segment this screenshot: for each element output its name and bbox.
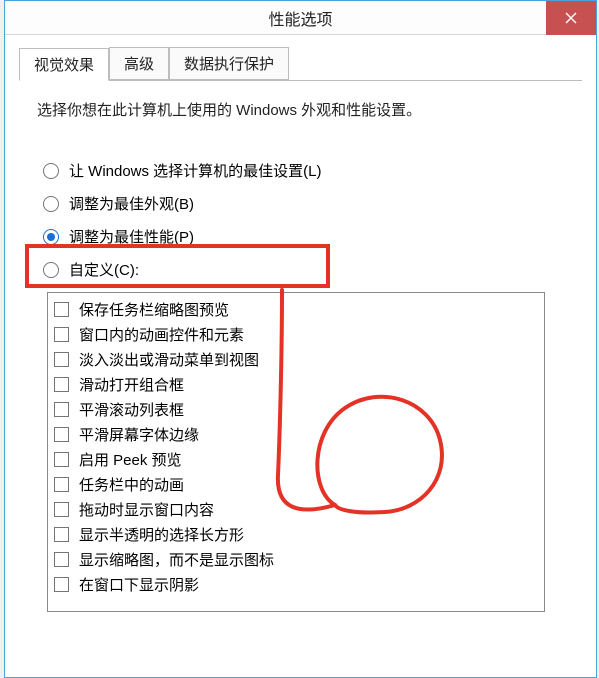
checkbox-icon (54, 302, 69, 317)
checkbox-icon (54, 502, 69, 517)
checkbox-icon (54, 427, 69, 442)
client-area: 视觉效果 高级 数据执行保护 选择你想在此计算机上使用的 Windows 外观和… (5, 35, 596, 677)
check-taskbar-animations[interactable]: 任务栏中的动画 (54, 472, 538, 497)
close-button[interactable] (546, 1, 596, 35)
checkbox-label: 淡入淡出或滑动菜单到视图 (79, 349, 259, 370)
checkbox-label: 平滑滚动列表框 (79, 399, 184, 420)
radio-let-windows-choose[interactable]: 让 Windows 选择计算机的最佳设置(L) (43, 160, 564, 181)
check-fade-slide-menus[interactable]: 淡入淡出或滑动菜单到视图 (54, 347, 538, 372)
checkbox-label: 在窗口下显示阴影 (79, 574, 199, 595)
performance-options-window: 性能选项 视觉效果 高级 数据执行保护 选择你想在此计算机上使用的 Window… (4, 0, 597, 678)
tabpage-visual-effects: 选择你想在此计算机上使用的 Windows 外观和性能设置。 让 Windows… (19, 81, 582, 612)
checkbox-label: 窗口内的动画控件和元素 (79, 324, 244, 345)
checkbox-icon (54, 327, 69, 342)
checkbox-label: 拖动时显示窗口内容 (79, 499, 214, 520)
check-drag-window-contents[interactable]: 拖动时显示窗口内容 (54, 497, 538, 522)
tab-advanced[interactable]: 高级 (109, 47, 169, 80)
radio-group-preset: 让 Windows 选择计算机的最佳设置(L) 调整为最佳外观(B) 调整为最佳… (43, 160, 564, 280)
checkbox-icon (54, 552, 69, 567)
check-enable-peek[interactable]: 启用 Peek 预览 (54, 447, 538, 472)
checkbox-icon (54, 577, 69, 592)
radio-best-appearance[interactable]: 调整为最佳外观(B) (43, 193, 564, 214)
check-window-shadows[interactable]: 在窗口下显示阴影 (54, 572, 538, 597)
checkbox-label: 显示半透明的选择长方形 (79, 524, 244, 545)
radio-custom[interactable]: 自定义(C): (43, 259, 564, 280)
radio-best-performance[interactable]: 调整为最佳性能(P) (43, 226, 564, 247)
radio-label: 让 Windows 选择计算机的最佳设置(L) (69, 160, 322, 181)
check-translucent-selection[interactable]: 显示半透明的选择长方形 (54, 522, 538, 547)
check-slide-comboboxes[interactable]: 滑动打开组合框 (54, 372, 538, 397)
radio-label: 调整为最佳性能(P) (69, 226, 194, 247)
check-window-animations[interactable]: 窗口内的动画控件和元素 (54, 322, 538, 347)
radio-icon (43, 229, 59, 245)
checkbox-icon (54, 377, 69, 392)
radio-icon (43, 196, 59, 212)
radio-icon (43, 163, 59, 179)
tab-label: 高级 (124, 56, 154, 73)
tabstrip: 视觉效果 高级 数据执行保护 (19, 49, 582, 81)
window-title: 性能选项 (268, 6, 332, 30)
check-taskbar-thumbnail[interactable]: 保存任务栏缩略图预览 (54, 297, 538, 322)
checkbox-label: 启用 Peek 预览 (79, 449, 182, 470)
intro-text: 选择你想在此计算机上使用的 Windows 外观和性能设置。 (37, 99, 564, 120)
radio-label: 自定义(C): (69, 259, 139, 280)
checkbox-icon (54, 402, 69, 417)
check-smooth-scroll-list[interactable]: 平滑滚动列表框 (54, 397, 538, 422)
checkbox-label: 平滑屏幕字体边缘 (79, 424, 199, 445)
checkbox-icon (54, 452, 69, 467)
tab-label: 视觉效果 (34, 57, 94, 74)
radio-label: 调整为最佳外观(B) (69, 193, 194, 214)
checkbox-icon (54, 477, 69, 492)
checkbox-label: 滑动打开组合框 (79, 374, 184, 395)
close-icon (565, 12, 577, 24)
check-smooth-font-edges[interactable]: 平滑屏幕字体边缘 (54, 422, 538, 447)
checkbox-label: 任务栏中的动画 (79, 474, 184, 495)
check-show-thumbnails[interactable]: 显示缩略图，而不是显示图标 (54, 547, 538, 572)
tab-dep[interactable]: 数据执行保护 (169, 47, 289, 80)
checkbox-icon (54, 352, 69, 367)
tab-visual-effects[interactable]: 视觉效果 (19, 48, 109, 81)
checkbox-label: 保存任务栏缩略图预览 (79, 299, 229, 320)
tab-label: 数据执行保护 (184, 56, 274, 73)
checkbox-label: 显示缩略图，而不是显示图标 (79, 549, 274, 570)
visual-effects-list[interactable]: 保存任务栏缩略图预览 窗口内的动画控件和元素 淡入淡出或滑动菜单到视图 滑动打开… (47, 292, 545, 612)
checkbox-icon (54, 527, 69, 542)
radio-icon (43, 262, 59, 278)
titlebar: 性能选项 (5, 1, 596, 35)
